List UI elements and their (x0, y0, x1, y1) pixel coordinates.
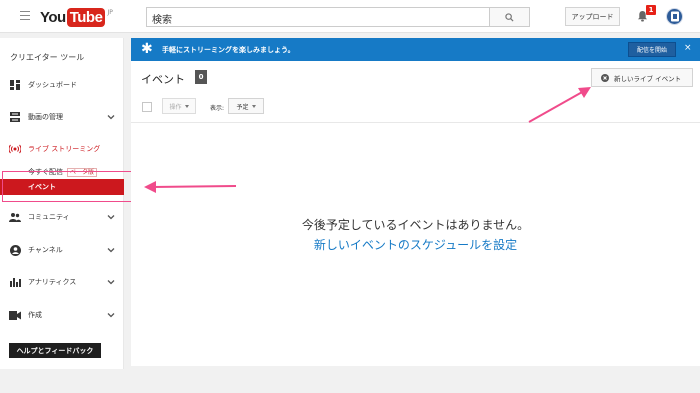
caret-down-icon (184, 104, 189, 108)
chevron-down-icon[interactable] (106, 310, 116, 320)
community-icon (9, 211, 21, 223)
menu-icon[interactable] (20, 11, 30, 20)
actions-dropdown[interactable]: 操作 (162, 98, 196, 114)
logo-you-text: You (40, 8, 66, 26)
empty-state-message: 今後予定しているイベントはありません。 (301, 218, 530, 232)
sidebar-item-analytics[interactable]: アナリティクス (0, 273, 124, 291)
logo-tube-text: Tube (66, 7, 106, 27)
add-circle-icon (601, 73, 609, 82)
event-count-badge: 0 (195, 70, 207, 84)
filter-dropdown[interactable]: 予定 (228, 98, 264, 114)
sidebar-item-label: チャンネル (28, 246, 63, 254)
creator-sidebar: クリエイター ツール ダッシュボード 動画の管理 ライブ ストリーミング 今すぐ… (0, 38, 124, 369)
sidebar-item-create[interactable]: 作成 (0, 306, 124, 324)
avatar[interactable] (666, 8, 683, 25)
sidebar-item-label: アナリティクス (28, 278, 77, 286)
channel-icon (9, 244, 21, 256)
search-icon (505, 12, 514, 22)
annotation-highlight-box (2, 171, 136, 202)
events-panel: イベント 0 新しいライブ イベント 操作 表示: 予定 今後予定しているイベン… (131, 61, 700, 366)
events-toolbar: 操作 表示: 予定 (131, 97, 700, 123)
caret-down-icon (251, 104, 256, 108)
search-input[interactable]: 検索 (146, 7, 490, 27)
help-feedback-button[interactable]: ヘルプとフィードバック (9, 343, 101, 358)
logo-region-text: JP (107, 9, 113, 16)
upload-button[interactable]: アップロード (565, 7, 620, 26)
sidebar-item-channel[interactable]: チャンネル (0, 241, 124, 259)
chevron-down-icon[interactable] (106, 212, 116, 222)
star-icon: ✱ (141, 41, 153, 57)
filter-value: 予定 (236, 103, 249, 111)
sidebar-item-label: 作成 (28, 311, 42, 319)
youtube-logo[interactable]: You Tube JP (40, 7, 113, 27)
user-avatar-icon (670, 11, 679, 22)
select-all-checkbox[interactable] (142, 102, 152, 112)
chevron-down-icon[interactable] (106, 277, 116, 287)
dashboard-icon (9, 79, 21, 91)
sidebar-item-label: コミュニティ (28, 213, 70, 221)
notification-badge: 1 (646, 5, 656, 15)
sidebar-item-live-streaming[interactable]: ライブ ストリーミング (0, 140, 124, 158)
sidebar-item-label: ライブ ストリーミング (28, 145, 101, 153)
sidebar-item-video-manager[interactable]: 動画の管理 (0, 108, 124, 126)
filter-label: 表示: (210, 105, 225, 112)
new-live-event-button[interactable]: 新しいライブ イベント (591, 68, 693, 87)
top-header: You Tube JP 検索 アップロード 1 (0, 0, 700, 33)
sidebar-item-community[interactable]: コミュニティ (0, 208, 124, 226)
live-streaming-icon (9, 143, 21, 155)
chevron-down-icon[interactable] (106, 112, 116, 122)
start-streaming-button[interactable]: 配信を開始 (628, 42, 676, 57)
analytics-icon (9, 276, 21, 288)
video-manager-icon (9, 111, 21, 123)
create-icon (9, 309, 21, 321)
page-title: イベント (141, 73, 185, 86)
sidebar-item-label: ダッシュボード (28, 81, 77, 89)
new-live-event-label: 新しいライブ イベント (614, 74, 682, 83)
chevron-down-icon[interactable] (106, 245, 116, 255)
streaming-banner: ✱ 手軽にストリーミングを楽しみましょう。 配信を開始 × (131, 38, 700, 61)
sidebar-item-label: 動画の管理 (28, 113, 63, 121)
actions-label: 操作 (169, 103, 182, 111)
sidebar-title: クリエイター ツール (10, 53, 85, 62)
sidebar-item-dashboard[interactable]: ダッシュボード (0, 76, 124, 94)
banner-text: 手軽にストリーミングを楽しみましょう。 (162, 46, 295, 54)
search-button[interactable] (490, 7, 530, 27)
close-icon[interactable]: × (684, 43, 692, 53)
schedule-event-link[interactable]: 新しいイベントのスケジュールを設定 (131, 236, 700, 253)
